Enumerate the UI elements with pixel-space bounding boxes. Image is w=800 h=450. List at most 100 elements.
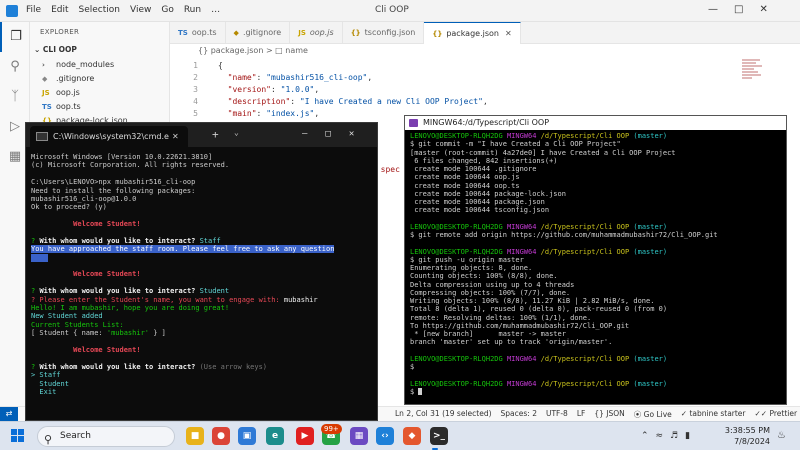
editor-tabs: TS oop.ts ◆ .gitignore JS oop.js{} tsconfig.js… [170, 22, 800, 44]
code-colon: : [256, 73, 267, 82]
new-tab-icon[interactable]: + [212, 128, 219, 141]
close-icon[interactable]: ✕ [349, 129, 354, 139]
bash-line: LENOVO@DESKTOP-RLQH2DG MINGW64 /d/Typesc… [410, 132, 782, 140]
prettier-button[interactable]: ✓✓ Prettier [755, 409, 798, 420]
tabnine-button[interactable]: ✓ tabnine starter [681, 409, 746, 420]
menu-item[interactable]: Edit [51, 5, 68, 15]
cmd-line: Current Students List: [31, 321, 376, 329]
terminal-text: create mode 100644 package-lock.json [410, 189, 566, 198]
source-control-icon[interactable]: ᛉ [0, 82, 30, 112]
cmd-icon [36, 132, 48, 141]
terminal-text: /d/Typescript/Cli OOP [540, 132, 630, 140]
chrome-app-icon[interactable]: ● [212, 427, 230, 445]
maximize-icon[interactable]: □ [734, 4, 743, 15]
git-app-icon[interactable]: ◆ [403, 427, 421, 445]
menu-item[interactable]: View [130, 5, 151, 15]
indentation[interactable]: Spaces: 2 [501, 409, 537, 420]
cmd-line: Welcome Student! [31, 270, 376, 278]
cmd-tab[interactable]: C:\Windows\system32\cmd.e ✕ [30, 126, 188, 147]
editor-tab[interactable]: TS oop.ts [170, 22, 226, 44]
volume-icon[interactable]: ♬ [670, 431, 678, 441]
tree-item[interactable]: ◆ .gitignore [30, 72, 169, 86]
file-explorer-app-icon[interactable]: ■ [186, 427, 204, 445]
json-key: "main" [227, 109, 257, 118]
close-tab-icon[interactable]: ✕ [172, 126, 179, 147]
remote-icon[interactable]: ⇄ [0, 407, 18, 421]
menu-item[interactable]: Run [184, 5, 201, 15]
cmd-line [31, 229, 376, 237]
menu-item[interactable]: Selection [79, 5, 120, 15]
chevron-down-icon[interactable]: ⌄ [234, 128, 239, 137]
editor-tab[interactable]: {} tsconfig.json [343, 22, 425, 44]
terminal-text: (Use arrow keys) [199, 362, 268, 371]
minimize-icon[interactable]: — [708, 4, 718, 15]
git-bash-window[interactable]: MINGW64:/d/Typescript/Cli OOP LENOVO@DES… [404, 115, 787, 405]
cmd-line: ? With whom would you like to interact? … [31, 237, 376, 245]
bash-line: create mode 100644 tsconfig.json [410, 206, 782, 214]
wifi-icon[interactable]: ≈ [656, 431, 664, 441]
menu-item[interactable]: … [211, 5, 220, 15]
bash-line: create mode 100644 oop.js [410, 173, 782, 181]
store-app-icon[interactable]: ▦ [350, 427, 368, 445]
tree-item[interactable]: › node_modules [30, 58, 169, 72]
go-live-button[interactable]: ⦿ Go Live [634, 409, 672, 420]
menu-item[interactable]: Go [161, 5, 173, 15]
terminal-text: With whom would you like to interact? [39, 287, 200, 296]
terminal-text: create mode 100644 oop.js [410, 173, 520, 182]
minimap[interactable] [742, 58, 764, 98]
cmd-output[interactable]: Microsoft Windows [Version 10.0.22621.38… [31, 153, 376, 421]
terminal-text: Student [199, 287, 230, 296]
editor-tab[interactable]: ◆ .gitignore [226, 22, 291, 44]
photos-app-icon[interactable]: ▣ [238, 427, 256, 445]
code-line: 4 "description": "I have Created a new C… [170, 96, 488, 107]
git-bash-output[interactable]: LENOVO@DESKTOP-RLQH2DG MINGW64 /d/Typesc… [410, 132, 782, 404]
language-mode[interactable]: {} JSON [594, 409, 624, 420]
code-comma: , [314, 85, 320, 94]
clock[interactable]: 3:38:55 PM 7/8/2024 [708, 425, 770, 447]
encoding[interactable]: UTF-8 [546, 409, 568, 420]
vscode-app-icon[interactable]: ‹› [376, 427, 394, 445]
cmd-line: Hello! I am mubashir, hope you are doing… [31, 304, 376, 312]
edge-app-icon[interactable]: e [266, 427, 284, 445]
search-icon[interactable]: ⚲ [0, 52, 30, 82]
close-icon[interactable]: ✕ [759, 4, 767, 15]
terminal-text: Delta compression using up to 4 threads [410, 280, 575, 289]
bash-line [410, 215, 782, 223]
editor-tab[interactable]: JS oop.js [290, 22, 343, 44]
youtube-app-icon[interactable]: ▶ [296, 427, 314, 445]
minimize-icon[interactable]: — [302, 129, 307, 139]
tree-item[interactable]: JS oop.js [30, 86, 169, 100]
terminal-text: (c) Microsoft Corporation. All rights re… [31, 161, 230, 170]
battery-icon[interactable]: ▮ [685, 431, 690, 441]
code-colon: : [290, 97, 300, 106]
bash-line: $ [410, 363, 782, 371]
maximize-icon[interactable]: □ [325, 129, 330, 139]
project-folder[interactable]: ⌄ CLI OOP [30, 42, 169, 58]
editor-tab[interactable]: {} package.json ✕ [424, 22, 521, 44]
cmd-line: ? With whom would you like to interact? … [31, 363, 376, 371]
close-icon[interactable]: ✕ [505, 29, 512, 38]
line-ending[interactable]: LF [577, 409, 586, 420]
chevron-up-icon[interactable]: ⌃ [641, 431, 649, 441]
cmd-line: Welcome Student! [31, 346, 376, 354]
terminal-text: Welcome Student! [31, 345, 141, 354]
terminal-text: $ [410, 363, 415, 371]
cmd-window[interactable]: C:\Windows\system32\cmd.e ✕ + ⌄ — □ ✕ Mi… [25, 122, 378, 421]
cursor-position[interactable]: Ln 2, Col 31 (19 selected) [395, 409, 492, 420]
cmd-line: ? With whom would you like to interact? … [31, 287, 376, 295]
clock-date: 7/8/2024 [734, 437, 770, 446]
line-number: 2 [193, 73, 198, 82]
code-text: { [218, 61, 223, 70]
terminal-app-icon[interactable]: >_ [430, 427, 448, 445]
windows-start-icon[interactable] [11, 429, 25, 443]
bell-icon[interactable]: ♨ [777, 430, 786, 441]
taskbar: ⚲ Search ■ ● ▣ e ▶ ☎ ▦ ‹› ◆ >_ 99+ ⌃ ≈ ♬ ▮ 3:38:5… [0, 421, 800, 450]
explorer-icon[interactable]: ❐ [0, 22, 30, 52]
taskbar-search[interactable]: ⚲ Search [37, 426, 175, 447]
menu-item[interactable]: File [26, 5, 41, 15]
breadcrumb[interactable]: {} package.json > □ name [170, 44, 800, 58]
tree-item[interactable]: TS oop.ts [30, 100, 169, 114]
terminal-text: $ [410, 387, 419, 396]
